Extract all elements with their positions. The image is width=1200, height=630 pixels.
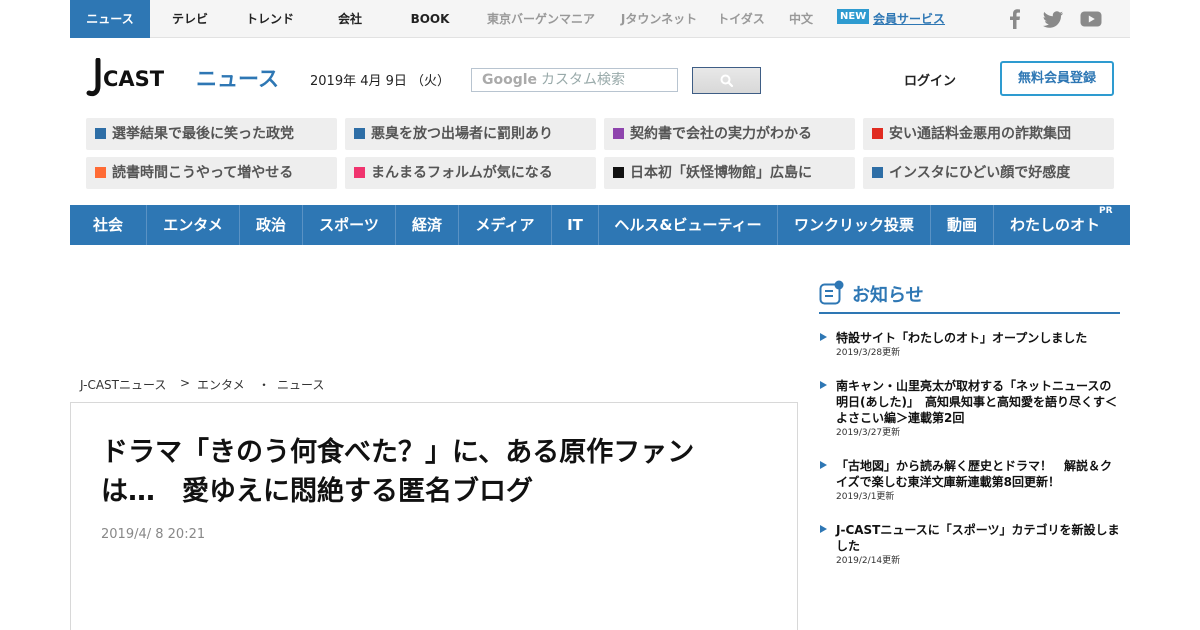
pr-label: PR: [1099, 206, 1113, 216]
category-media[interactable]: メディア: [459, 205, 551, 245]
tab-tokyo-bargain-mania[interactable]: 東京バーゲンマニア: [478, 0, 604, 38]
tab-trend[interactable]: トレンド: [235, 0, 305, 38]
topic-label: 安い通話料金悪用の詐欺集団: [889, 126, 1071, 142]
article-date: 2019/4/ 8 20:21: [101, 527, 206, 542]
category-watashi-no-oto[interactable]: わたしのオト: [994, 205, 1116, 245]
article-title-line: は… 愛ゆえに悶絶する匿名ブログ: [101, 476, 533, 507]
breadcrumb-separator: ・: [258, 378, 271, 392]
tab-company[interactable]: 会社: [320, 0, 380, 38]
notice-date: 2019/3/27更新: [836, 428, 901, 438]
search-placeholder: カスタム検索: [541, 72, 626, 88]
topic-link[interactable]: まんまるフォルムが気になる: [345, 157, 596, 189]
facebook-icon[interactable]: [1004, 9, 1026, 29]
google-brand-text: Google: [482, 72, 538, 88]
topic-color-marker: [95, 167, 106, 178]
topic-color-marker: [872, 167, 883, 178]
category-entertainment[interactable]: エンタメ: [147, 205, 239, 245]
topic-color-marker: [613, 167, 624, 178]
tab-tv[interactable]: テレビ: [160, 0, 220, 38]
notice-icon: [819, 280, 844, 305]
youtube-icon[interactable]: [1080, 9, 1102, 29]
top-navigation-bar: ニュース テレビ トレンド 会社 BOOK 東京バーゲンマニア Jタウンネット …: [70, 0, 1130, 38]
category-politics[interactable]: 政治: [240, 205, 302, 245]
topic-label: 悪臭を放つ出場者に罰則あり: [371, 126, 553, 142]
login-link[interactable]: ログイン: [904, 70, 956, 89]
topic-color-marker: [95, 128, 106, 139]
topic-label: 契約書で会社の実力がわかる: [630, 126, 812, 142]
tab-news[interactable]: ニュース: [70, 0, 150, 38]
notice-date: 2019/2/14更新: [836, 556, 901, 566]
twitter-icon[interactable]: [1042, 9, 1064, 29]
tab-j-town-net[interactable]: Jタウンネット: [614, 0, 704, 38]
breadcrumb-entertainment[interactable]: エンタメ: [197, 376, 245, 393]
breadcrumb-news[interactable]: ニュース: [277, 376, 324, 393]
notice-title[interactable]: 特設サイト「わたしのオト」オープンしました: [836, 330, 1120, 346]
topic-label: 日本初「妖怪博物館」広島に: [630, 165, 812, 181]
notices-divider: [819, 312, 1120, 314]
current-date: 2019年 4月 9日 （火）: [310, 74, 451, 89]
notice-title[interactable]: 南キャン・山里亮太が取材する「ネットニュースの明日(あした)」 高知県知事と高知…: [836, 378, 1120, 426]
notice-date: 2019/3/28更新: [836, 348, 901, 358]
topic-link[interactable]: インスタにひどい顔で好感度: [863, 157, 1114, 189]
triangle-bullet-icon: [820, 461, 827, 469]
search-input[interactable]: Google カスタム検索: [471, 68, 678, 92]
notices-heading: お知らせ: [852, 285, 924, 306]
category-navigation: 社会 エンタメ 政治 スポーツ 経済 メディア IT ヘルス&ビューティー ワン…: [70, 205, 1130, 245]
topic-link[interactable]: 読書時間こうやって増やせる: [86, 157, 337, 189]
topic-link[interactable]: 契約書で会社の実力がわかる: [604, 118, 855, 150]
topic-color-marker: [354, 128, 365, 139]
category-economy[interactable]: 経済: [396, 205, 458, 245]
article-title: ドラマ「きのう何食べた？」に、ある原作ファン は… 愛ゆえに悶絶する匿名ブログ: [101, 433, 761, 511]
search-button[interactable]: [692, 67, 761, 94]
notice-item[interactable]: 「古地図」から読み解く歴史とドラマ！ 解説＆クイズで楽しむ東洋文庫新連載第8回更…: [820, 458, 1120, 504]
notice-item[interactable]: 南キャン・山里亮太が取材する「ネットニュースの明日(あした)」 高知県知事と高知…: [820, 378, 1120, 440]
new-badge: NEW: [837, 9, 870, 24]
free-register-button[interactable]: 無料会員登録: [1000, 61, 1114, 96]
category-video[interactable]: 動画: [931, 205, 993, 245]
article-title-line: ドラマ「きのう何食べた？」に、ある原作ファン: [101, 437, 695, 468]
topic-color-marker: [613, 128, 624, 139]
topic-color-marker: [872, 128, 883, 139]
topic-link[interactable]: 悪臭を放つ出場者に罰則あり: [345, 118, 596, 150]
category-sports[interactable]: スポーツ: [303, 205, 395, 245]
tab-chinese[interactable]: 中文: [783, 0, 819, 38]
jcast-news-logo[interactable]: CAST ニュース: [86, 58, 286, 102]
topic-label: 選挙結果で最後に笑った政党: [112, 126, 294, 142]
topic-label: まんまるフォルムが気になる: [371, 165, 553, 181]
topic-link[interactable]: 選挙結果で最後に笑った政党: [86, 118, 337, 150]
notice-item[interactable]: 特設サイト「わたしのオト」オープンしました 2019/3/28更新: [820, 330, 1120, 360]
triangle-bullet-icon: [820, 381, 827, 389]
category-one-click-vote[interactable]: ワンクリック投票: [778, 205, 930, 245]
notice-title[interactable]: 「古地図」から読み解く歴史とドラマ！ 解説＆クイズで楽しむ東洋文庫新連載第8回更…: [836, 458, 1120, 490]
triangle-bullet-icon: [820, 333, 827, 341]
triangle-bullet-icon: [820, 525, 827, 533]
category-it[interactable]: IT: [552, 205, 598, 245]
category-society[interactable]: 社会: [70, 205, 146, 245]
topic-color-marker: [354, 167, 365, 178]
notice-item[interactable]: J-CASTニュースに「スポーツ」カテゴリを新設しました 2019/2/14更新: [820, 522, 1120, 568]
member-service-link[interactable]: 会員サービス: [873, 0, 945, 38]
tab-toidas[interactable]: トイダス: [710, 0, 772, 38]
svg-text:ニュース: ニュース: [196, 67, 279, 91]
notice-date: 2019/3/1更新: [836, 492, 895, 502]
notice-title[interactable]: J-CASTニュースに「スポーツ」カテゴリを新設しました: [836, 522, 1120, 554]
tab-book[interactable]: BOOK: [400, 0, 460, 38]
breadcrumb-separator: >: [180, 376, 191, 390]
topic-link[interactable]: 安い通話料金悪用の詐欺集団: [863, 118, 1114, 150]
svg-text:CAST: CAST: [103, 67, 165, 91]
search-icon: [720, 74, 734, 88]
breadcrumb-home[interactable]: J-CASTニュース: [80, 376, 166, 393]
category-health-beauty[interactable]: ヘルス&ビューティー: [599, 205, 777, 245]
topic-link[interactable]: 日本初「妖怪博物館」広島に: [604, 157, 855, 189]
topic-label: インスタにひどい顔で好感度: [889, 165, 1071, 181]
topic-label: 読書時間こうやって増やせる: [112, 165, 294, 181]
